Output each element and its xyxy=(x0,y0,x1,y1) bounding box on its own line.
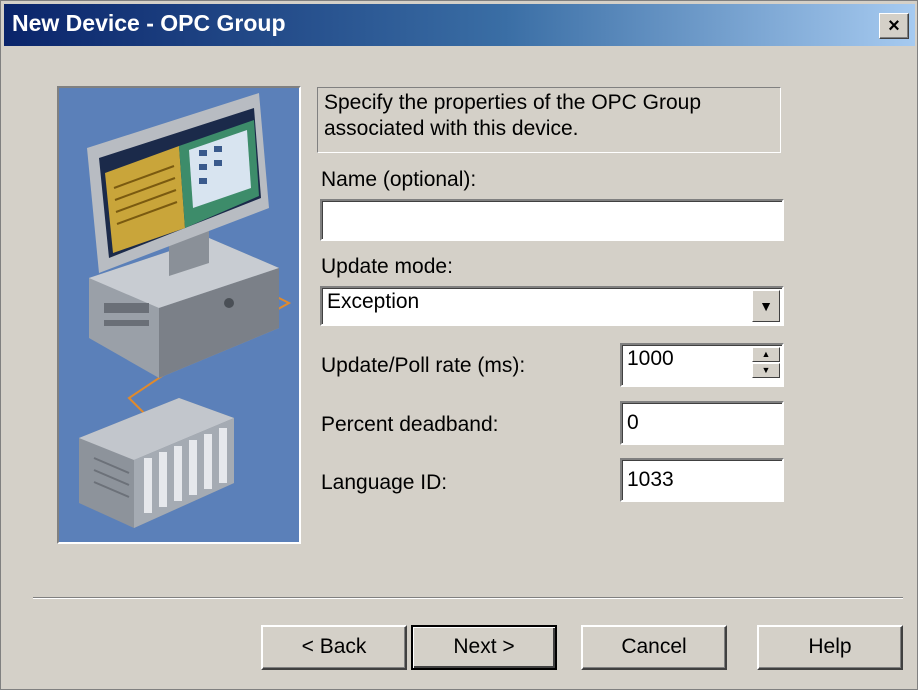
close-button[interactable]: × xyxy=(879,13,909,39)
name-label: Name (optional): xyxy=(321,168,477,191)
dialog-window: New Device - OPC Group × Specify the pro… xyxy=(0,0,918,690)
window-title: New Device - OPC Group xyxy=(12,10,286,36)
back-button[interactable]: < Back xyxy=(261,625,407,670)
cancel-button[interactable]: Cancel xyxy=(581,625,727,670)
deadband-input[interactable] xyxy=(620,401,784,445)
language-id-label: Language ID: xyxy=(321,471,448,494)
description-box: Specify the properties of the OPC Group … xyxy=(317,87,781,153)
spin-down-icon[interactable]: ▼ xyxy=(752,363,780,378)
deadband-label: Percent deadband: xyxy=(321,413,499,436)
update-mode-value: Exception xyxy=(327,290,420,313)
name-input[interactable] xyxy=(320,199,784,241)
update-rate-value: 1000 xyxy=(627,347,674,370)
close-icon: × xyxy=(888,15,900,37)
chevron-down-icon[interactable]: ▼ xyxy=(752,290,780,322)
language-id-input[interactable] xyxy=(620,458,784,502)
update-rate-stepper[interactable]: 1000 ▲ ▼ xyxy=(620,343,784,387)
help-button[interactable]: Help xyxy=(757,625,903,670)
title-bar[interactable]: New Device - OPC Group × xyxy=(4,4,915,46)
computer-plc-icon xyxy=(59,88,299,542)
device-illustration xyxy=(57,86,301,544)
update-mode-label: Update mode: xyxy=(321,255,453,278)
next-button[interactable]: Next > xyxy=(411,625,557,670)
separator xyxy=(33,597,903,599)
update-rate-label: Update/Poll rate (ms): xyxy=(321,354,526,377)
spin-up-icon[interactable]: ▲ xyxy=(752,347,780,362)
update-mode-select[interactable]: Exception ▼ xyxy=(320,286,784,326)
